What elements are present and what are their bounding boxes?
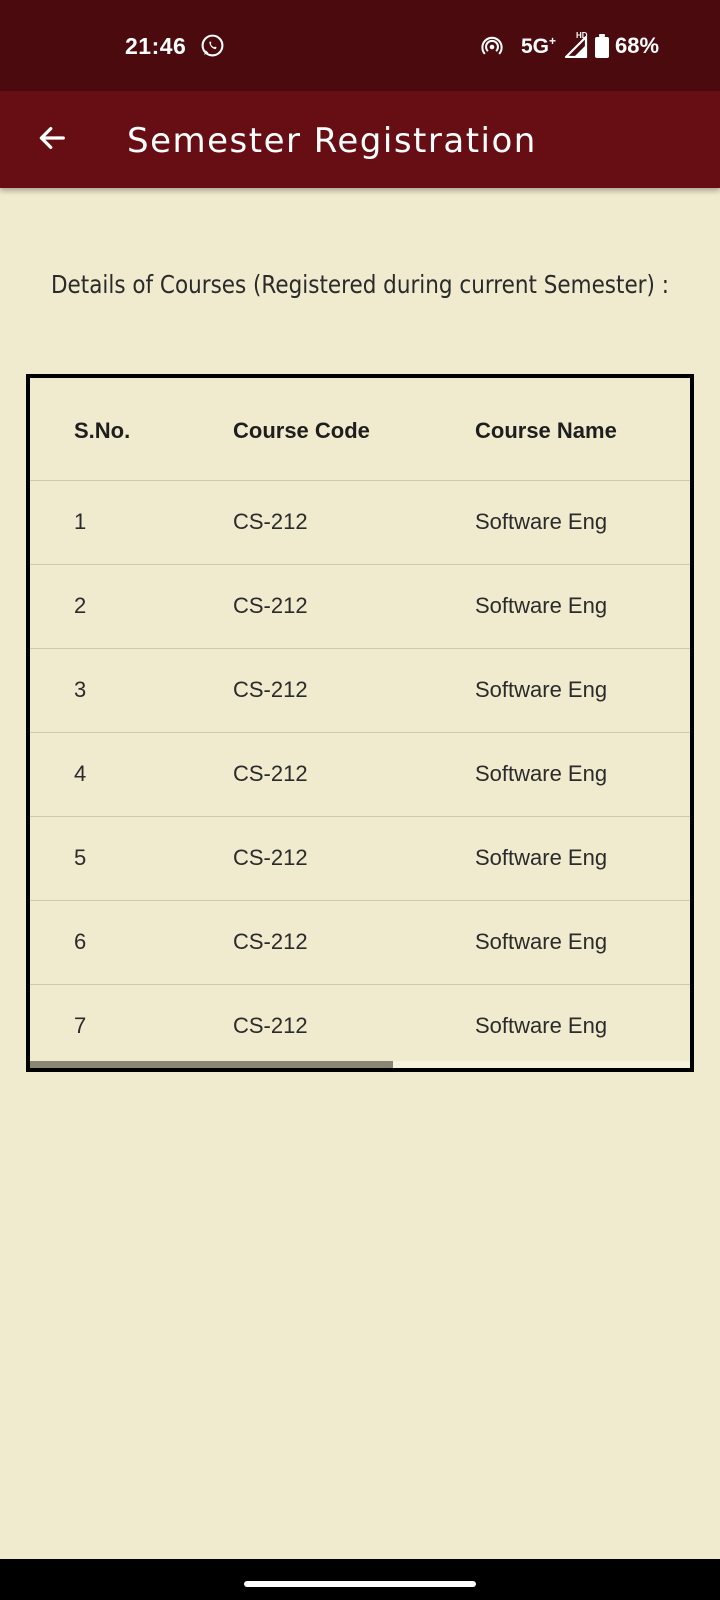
table-row: 7 CS-212 Software Eng	[30, 985, 690, 1068]
cell-course-name: Software Eng	[475, 761, 608, 786]
table-row: 5 CS-212 Software Eng	[30, 817, 690, 901]
cell-course-code: CS-212	[233, 845, 308, 870]
cell-course-code: CS-212	[233, 761, 308, 786]
cell-sno: 3	[74, 677, 87, 702]
header-course-name: Course Name	[475, 418, 617, 443]
cell-course-name: Software Eng	[475, 929, 608, 954]
signal-icon	[564, 36, 588, 58]
courses-table[interactable]: S.No. Course Code Course Name 1 CS-212 S…	[26, 374, 694, 1072]
cell-course-name: Software Eng	[475, 845, 608, 870]
page-title: Semester Registration	[127, 121, 537, 161]
cell-course-code: CS-212	[233, 1013, 308, 1038]
hotspot-icon	[481, 36, 503, 55]
cell-sno: 6	[74, 929, 87, 954]
status-bar: 21:46 5G+ HD 68%	[0, 0, 720, 91]
header-sno: S.No.	[74, 418, 131, 443]
cell-sno: 7	[74, 1013, 87, 1038]
scrollbar-thumb[interactable]	[30, 1061, 393, 1068]
cell-sno: 5	[74, 845, 87, 870]
back-button[interactable]	[30, 116, 74, 160]
cell-course-name: Software Eng	[475, 677, 608, 702]
cell-course-code: CS-212	[233, 509, 308, 534]
cell-course-code: CS-212	[233, 929, 308, 954]
cell-course-code: CS-212	[233, 593, 308, 618]
whatsapp-icon	[201, 34, 224, 57]
table-row: 2 CS-212 Software Eng	[30, 565, 690, 649]
table-row: 1 CS-212 Software Eng	[30, 481, 690, 565]
table-row: 4 CS-212 Software Eng	[30, 733, 690, 817]
arrow-left-icon	[39, 127, 65, 149]
table-header: S.No. Course Code Course Name	[30, 378, 690, 481]
home-indicator[interactable]	[244, 1581, 476, 1587]
cell-course-code: CS-212	[233, 677, 308, 702]
cell-course-name: Software Eng	[475, 593, 608, 618]
status-time: 21:46	[125, 33, 187, 59]
header-course-code: Course Code	[233, 418, 370, 443]
table-row: 6 CS-212 Software Eng	[30, 901, 690, 985]
horizontal-scrollbar[interactable]	[30, 1061, 690, 1068]
details-heading: Details of Courses (Registered during cu…	[51, 270, 669, 299]
cell-sno: 4	[74, 761, 87, 786]
table-row: 3 CS-212 Software Eng	[30, 649, 690, 733]
navigation-bar	[0, 1559, 720, 1600]
cell-sno: 1	[74, 509, 87, 534]
battery-icon	[595, 34, 609, 58]
cell-course-name: Software Eng	[475, 509, 608, 534]
network-indicator: 5G+	[521, 34, 557, 58]
cell-sno: 2	[74, 593, 87, 618]
cell-course-name: Software Eng	[475, 1013, 608, 1038]
app-bar: Semester Registration	[0, 91, 720, 188]
battery-level: 68%	[615, 33, 660, 58]
